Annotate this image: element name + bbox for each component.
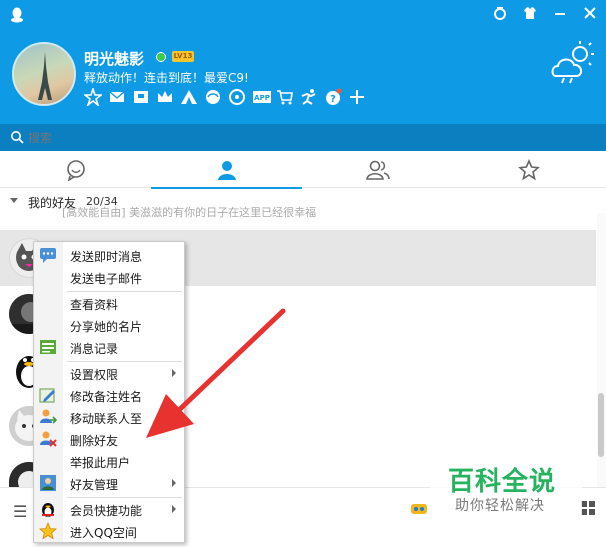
main-menu-icon[interactable]: ☰ <box>13 502 27 521</box>
menu-item-label: 消息记录 <box>70 342 119 356</box>
search-bar[interactable] <box>0 124 606 151</box>
menu-item-vip-features[interactable]: 会员快捷功能 <box>34 498 184 520</box>
music-disc-icon[interactable] <box>228 88 246 106</box>
tab-groups[interactable] <box>302 151 453 188</box>
service-icon-row: APP ? <box>82 86 366 108</box>
menu-item-qzone[interactable]: 进入QQ空间 <box>34 520 184 542</box>
contact-context-menu: 发送即时消息 发送电子邮件 查看资料 分享她的名片 消息记录 设置权限 修改备注… <box>33 241 185 543</box>
move-contact-icon <box>40 409 57 424</box>
online-status-icon[interactable] <box>156 52 166 62</box>
tab-favorites[interactable] <box>453 151 604 188</box>
game-center-icon[interactable] <box>410 500 428 518</box>
submenu-arrow-icon <box>172 479 176 487</box>
shopping-cart-icon[interactable] <box>276 88 294 106</box>
menu-item-view-profile[interactable]: 查看资料 <box>34 292 184 314</box>
search-icon <box>11 131 24 144</box>
weather-icon[interactable] <box>550 40 598 84</box>
profile-header: 明光魅影 LV13 释放动作！连击到底！最爱C9! APP ? <box>0 0 606 124</box>
watermark-title: 百科全说 <box>448 467 557 497</box>
menu-item-label: 删除好友 <box>70 434 119 448</box>
qq-penguin-icon <box>42 503 54 517</box>
help-notify-icon[interactable]: ? <box>324 88 342 106</box>
menu-item-friend-manage[interactable]: 好友管理 <box>34 472 184 494</box>
menu-item-report-user[interactable]: 举报此用户 <box>34 450 184 472</box>
submenu-arrow-icon <box>172 505 176 513</box>
shirt-icon[interactable] <box>522 6 538 22</box>
menu-item-share-card[interactable]: 分享她的名片 <box>34 314 184 336</box>
search-input[interactable] <box>28 128 588 148</box>
menu-item-label: 发送即时消息 <box>70 250 143 264</box>
tab-messages[interactable] <box>0 151 151 188</box>
menu-item-label: 进入QQ空间 <box>70 526 137 540</box>
tent-icon[interactable] <box>180 88 198 106</box>
person-icon <box>217 160 236 180</box>
crown-icon[interactable] <box>156 88 174 106</box>
chat-bubble-icon <box>40 248 56 263</box>
chat-bubble-icon <box>66 159 85 181</box>
app-icon[interactable]: APP <box>252 88 271 106</box>
qzone-star-icon <box>39 522 57 540</box>
submenu-arrow-icon <box>172 369 176 377</box>
menu-item-label: 查看资料 <box>70 298 119 312</box>
wallet-icon[interactable] <box>132 88 150 106</box>
mail-icon[interactable] <box>108 88 126 106</box>
watermark-subtitle: 助你轻松解决 <box>455 498 545 514</box>
friend-manage-icon <box>40 475 56 491</box>
menu-item-delete-friend[interactable]: 删除好友 <box>34 428 184 450</box>
svg-text:?: ? <box>330 94 336 105</box>
main-tabs <box>0 151 606 189</box>
delete-friend-icon <box>40 431 57 447</box>
menu-item-permissions[interactable]: 设置权限 <box>34 362 184 384</box>
star-icon <box>517 158 540 180</box>
group-icon <box>365 160 390 180</box>
menu-item-label: 好友管理 <box>70 478 119 492</box>
qq-logo-icon <box>11 7 23 23</box>
nickname[interactable]: 明光魅影 <box>84 48 144 69</box>
edit-note-icon <box>39 388 55 403</box>
menu-item-label: 发送电子邮件 <box>70 272 143 286</box>
menu-item-label: 移动联系人至 <box>70 412 143 426</box>
menu-item-label: 修改备注姓名 <box>70 390 143 404</box>
submenu-arrow-icon <box>172 413 176 421</box>
minimize-icon[interactable] <box>552 6 568 22</box>
tab-contacts[interactable] <box>151 151 302 189</box>
scrollbar-thumb[interactable] <box>598 393 604 457</box>
menu-item-label: 设置权限 <box>70 368 119 382</box>
menu-item-message-log[interactable]: 消息记录 <box>34 336 184 358</box>
app-badge-text: APP <box>254 94 270 102</box>
menu-item-send-message[interactable]: 发送即时消息 <box>34 244 184 266</box>
menu-item-edit-remark[interactable]: 修改备注姓名 <box>34 384 184 406</box>
menu-item-send-email[interactable]: 发送电子邮件 <box>34 266 184 288</box>
menu-item-label: 会员快捷功能 <box>70 504 143 518</box>
sport-runner-icon[interactable] <box>300 88 318 106</box>
contact-signature: [高效能自由] 美滋滋的有你的日子在这里已经很幸福 <box>62 206 317 219</box>
menu-item-move-contact[interactable]: 移动联系人至 <box>34 406 184 428</box>
contact-list-scrollbar[interactable] <box>597 213 606 487</box>
close-icon[interactable] <box>582 6 598 22</box>
globe-icon[interactable] <box>204 88 222 106</box>
personal-signature[interactable]: 释放动作！连击到底！最爱C9! <box>84 69 249 86</box>
menu-item-label: 分享她的名片 <box>70 320 143 334</box>
skin-icon[interactable] <box>492 6 508 22</box>
user-avatar[interactable] <box>12 42 76 106</box>
message-log-icon <box>40 340 56 354</box>
eiffel-tower-icon <box>38 52 52 100</box>
level-badge[interactable]: LV13 <box>172 51 194 62</box>
app-manager-icon[interactable] <box>580 500 596 516</box>
star-badge-icon[interactable] <box>82 86 104 108</box>
add-icon[interactable] <box>348 88 366 106</box>
menu-item-label: 举报此用户 <box>70 456 131 470</box>
list-item[interactable]: [高效能自由] 美滋滋的有你的日子在这里已经很幸福 <box>0 196 596 224</box>
